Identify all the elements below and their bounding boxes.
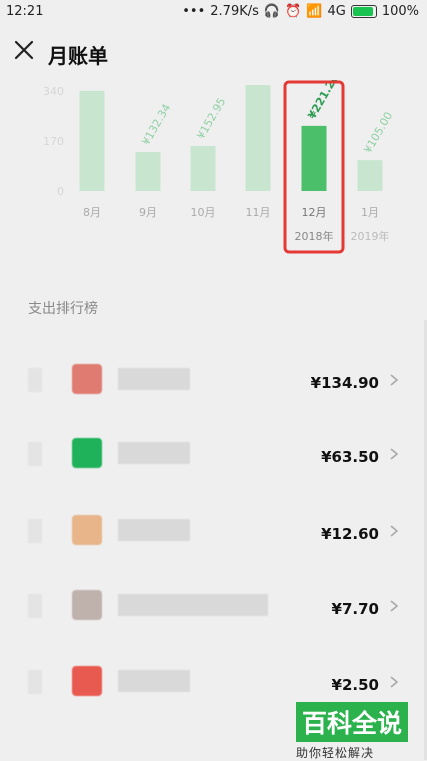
more-icon: ••• — [182, 4, 206, 19]
network-speed: 2.79K/s — [210, 4, 259, 19]
data-label: ¥105.00 — [361, 110, 395, 156]
close-icon[interactable] — [12, 38, 36, 62]
watermark-subtitle: 助你轻松解决 — [296, 746, 375, 760]
merchant-icon — [72, 590, 102, 620]
rank-number — [28, 519, 42, 543]
status-time: 12:21 — [6, 4, 44, 19]
x-tick-label: 10月 — [191, 206, 216, 219]
y-tick-label: 170 — [43, 135, 64, 148]
x-tick-label: 12月 — [302, 206, 327, 219]
merchant-icon — [72, 666, 102, 696]
battery-percent: 100% — [381, 4, 419, 19]
chevron-right-icon — [390, 676, 399, 688]
ranking-row[interactable]: ¥134.90 — [0, 346, 427, 416]
monthly-bar-chart: 340 170 0 8月 9月 ¥132.34 10月 ¥152.95 11月 12月 2018年 ¥… — [43, 80, 395, 254]
rank-number — [28, 442, 42, 466]
merchant-name — [118, 519, 190, 541]
bar-8月[interactable] — [79, 90, 105, 191]
bar-1月[interactable] — [357, 160, 383, 191]
amount-value: ¥2.50 — [331, 676, 379, 694]
amount-value: ¥63.50 — [321, 448, 379, 466]
bar-10月[interactable] — [190, 145, 216, 191]
data-label: ¥221.20 — [305, 80, 341, 121]
merchant-name — [118, 368, 190, 390]
chevron-right-icon — [390, 374, 399, 386]
alarm-icon: ⏰ — [285, 4, 302, 19]
ranking-row[interactable]: ¥12.60 — [0, 497, 427, 567]
x-tick-label: 1月 — [361, 206, 379, 219]
battery-icon — [350, 5, 377, 18]
page-title: 月账单 — [48, 44, 108, 68]
chevron-right-icon — [390, 600, 399, 612]
merchant-icon — [72, 364, 102, 394]
y-tick-label: 0 — [57, 185, 64, 198]
merchant-icon — [72, 438, 102, 468]
x-tick-label: 8月 — [83, 206, 101, 219]
y-tick-label: 340 — [43, 85, 64, 98]
status-icons: ••• 2.79K/s 🎧 ⏰ 📶 4G 100% — [182, 4, 419, 19]
x-tick-label: 9月 — [139, 206, 157, 219]
status-bar: 12:21 ••• 2.79K/s 🎧 ⏰ 📶 4G 100% — [0, 0, 427, 24]
app-header: 月账单 — [0, 24, 427, 80]
headphone-icon: 🎧 — [263, 4, 281, 19]
network-type: 4G — [327, 4, 346, 19]
bar-12月[interactable] — [301, 125, 327, 191]
merchant-icon — [72, 515, 102, 545]
merchant-name — [118, 442, 190, 464]
rank-number — [28, 670, 42, 694]
merchant-name — [118, 594, 268, 616]
data-label: ¥132.34 — [139, 102, 173, 148]
bar-11月[interactable] — [245, 85, 271, 191]
amount-value: ¥12.60 — [321, 525, 379, 543]
data-label: ¥152.95 — [194, 96, 228, 142]
chevron-right-icon — [390, 448, 399, 460]
rank-number — [28, 368, 42, 392]
amount-value: ¥134.90 — [310, 374, 379, 392]
merchant-name — [118, 670, 190, 692]
watermark-logo: 百科全说 助你轻松解决 — [296, 702, 414, 760]
year-label: 2018年 — [295, 229, 334, 243]
chevron-right-icon — [390, 525, 399, 537]
ranking-row[interactable]: ¥63.50 — [0, 420, 427, 490]
ranking-row[interactable]: ¥7.70 — [0, 572, 427, 642]
amount-value: ¥7.70 — [331, 600, 379, 618]
year-label: 2019年 — [351, 229, 390, 243]
rank-number — [28, 594, 42, 618]
wifi-icon: 📶 — [306, 4, 323, 19]
bar-9月[interactable] — [135, 152, 161, 191]
ranking-title: 支出排行榜 — [28, 301, 98, 317]
watermark-title: 百科全说 — [296, 702, 409, 742]
x-tick-label: 11月 — [246, 206, 271, 219]
